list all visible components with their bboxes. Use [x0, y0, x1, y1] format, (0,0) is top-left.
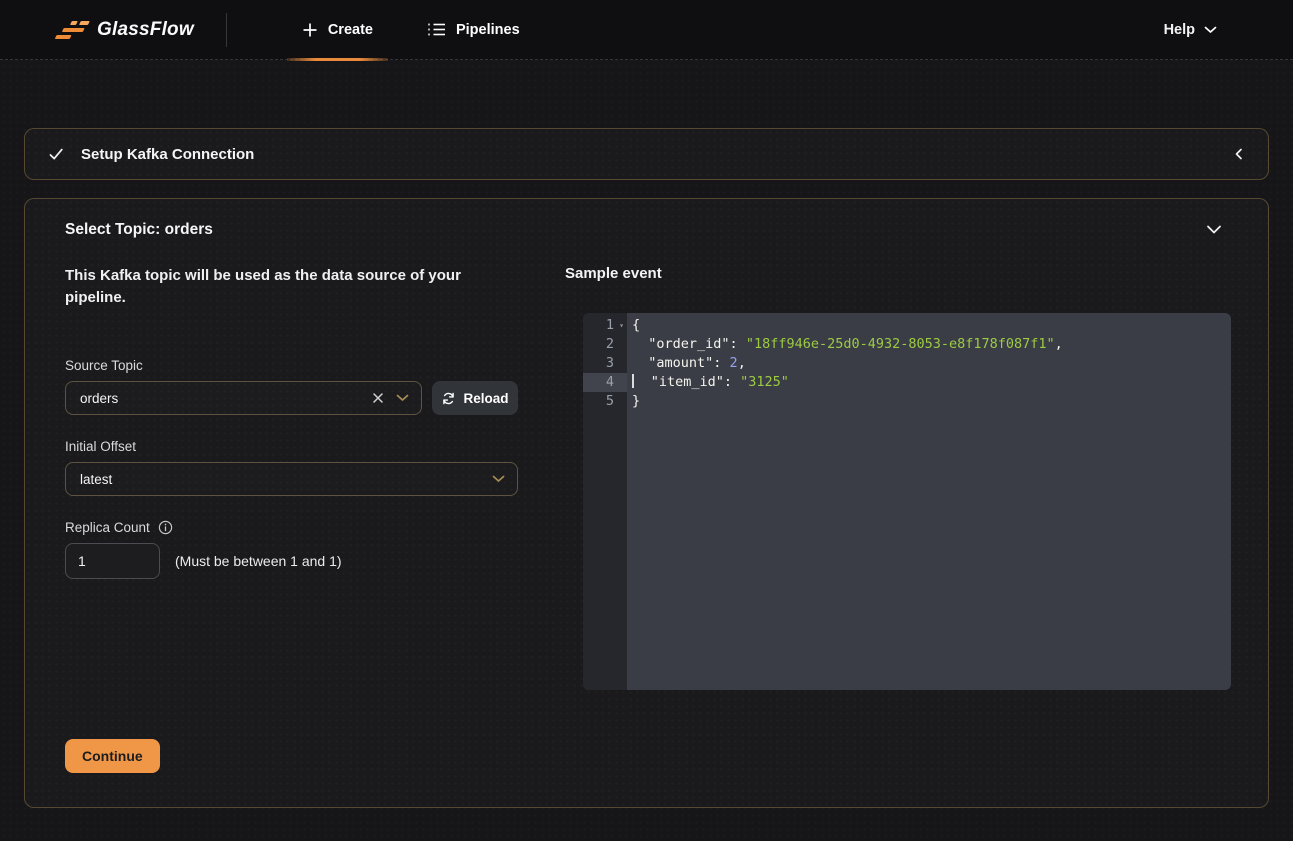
continue-button[interactable]: Continue	[65, 739, 160, 773]
initial-offset-select[interactable]: latest	[65, 462, 518, 496]
navbar-divider	[226, 13, 227, 47]
replica-count-input[interactable]	[65, 543, 160, 579]
help-label: Help	[1164, 22, 1195, 38]
source-topic-select[interactable]: orders	[65, 381, 422, 415]
tab-pipelines-label: Pipelines	[456, 22, 520, 38]
code-line: 4 "item_id": "3125"	[583, 373, 1231, 392]
tab-create-label: Create	[328, 22, 373, 38]
tab-create[interactable]: Create	[285, 0, 390, 60]
setup-kafka-panel[interactable]: Setup Kafka Connection	[24, 128, 1269, 180]
initial-offset-label: Initial Offset	[65, 439, 541, 454]
code-line: 2 "order_id": "18ff946e-25d0-4932-8053-e…	[583, 335, 1231, 354]
setup-kafka-title: Setup Kafka Connection	[81, 146, 254, 163]
line-number: 4	[583, 373, 627, 392]
select-topic-panel: Select Topic: orders This Kafka topic wi…	[24, 198, 1269, 808]
select-topic-body: This Kafka topic will be used as the dat…	[25, 239, 1268, 773]
select-topic-header[interactable]: Select Topic: orders	[25, 199, 1268, 239]
text-cursor	[632, 374, 634, 388]
replica-count-label: Replica Count	[65, 520, 150, 535]
line-number: 3	[583, 354, 627, 373]
topic-description: This Kafka topic will be used as the dat…	[65, 265, 507, 309]
code-text: "amount": 2,	[627, 354, 746, 373]
nav-tabs: Create Pipelines	[285, 0, 537, 60]
chevron-left-icon[interactable]	[1232, 147, 1246, 161]
top-navbar: GlassFlow Create Pipelines	[0, 0, 1293, 60]
source-topic-label: Source Topic	[65, 358, 541, 373]
chevron-down-icon	[1204, 26, 1217, 34]
code-line: 1▾{	[583, 316, 1231, 335]
code-text: }	[627, 392, 640, 411]
code-line: 3 "amount": 2,	[583, 354, 1231, 373]
glassflow-logo-icon	[54, 20, 92, 39]
select-topic-title: Select Topic: orders	[65, 221, 213, 239]
brand-name: GlassFlow	[97, 19, 194, 41]
sample-event-column: Sample event 1▾{2 "order_id": "18ff946e-…	[565, 239, 1231, 773]
fold-arrow-icon[interactable]: ▾	[619, 316, 624, 335]
line-number: 2	[583, 335, 627, 354]
initial-offset-value: latest	[80, 472, 492, 487]
help-menu[interactable]: Help	[1164, 22, 1217, 38]
x-icon[interactable]	[371, 391, 385, 405]
chevron-down-icon[interactable]	[1206, 225, 1222, 235]
reload-button[interactable]: Reload	[432, 381, 518, 415]
refresh-icon	[441, 391, 456, 406]
brand-logo[interactable]: GlassFlow	[58, 19, 194, 41]
code-text: "item_id": "3125"	[627, 373, 789, 392]
code-text: {	[627, 316, 640, 335]
info-icon[interactable]	[158, 520, 173, 535]
plus-icon	[302, 22, 318, 38]
chevron-down-icon[interactable]	[396, 394, 409, 402]
code-line: 5}	[583, 392, 1231, 411]
main-content: Setup Kafka Connection Select Topic: ord…	[0, 60, 1293, 808]
line-number: 5	[583, 392, 627, 411]
line-number: 1▾	[583, 316, 627, 335]
topic-form-column: This Kafka topic will be used as the dat…	[65, 239, 541, 773]
reload-button-label: Reload	[463, 391, 508, 406]
list-icon	[427, 22, 446, 37]
sample-event-label: Sample event	[565, 265, 1231, 282]
check-icon	[47, 145, 65, 163]
code-text: "order_id": "18ff946e-25d0-4932-8053-e8f…	[627, 335, 1063, 354]
chevron-down-icon[interactable]	[492, 475, 505, 483]
replica-count-hint: (Must be between 1 and 1)	[175, 553, 342, 569]
tab-pipelines[interactable]: Pipelines	[410, 0, 537, 60]
source-topic-value: orders	[80, 391, 371, 406]
sample-event-code-editor[interactable]: 1▾{2 "order_id": "18ff946e-25d0-4932-805…	[583, 313, 1231, 690]
